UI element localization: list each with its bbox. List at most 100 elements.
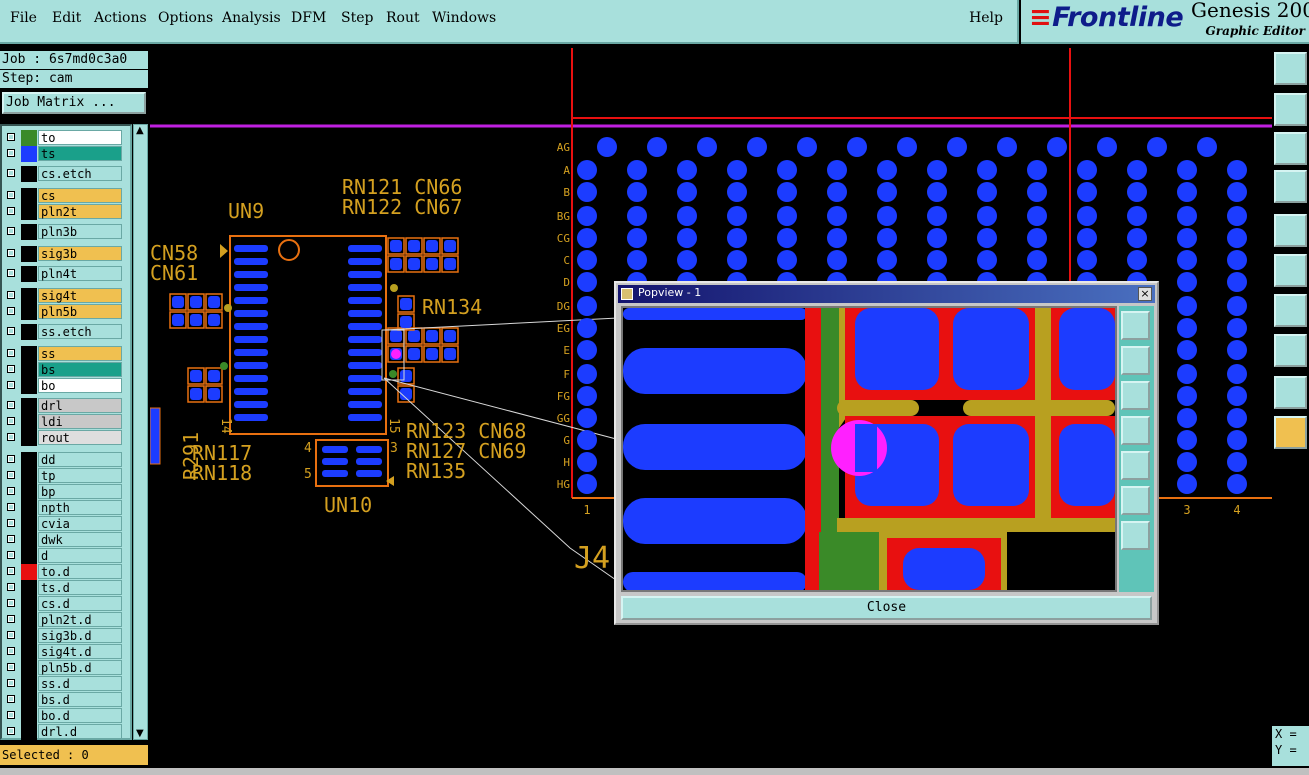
layer-color-swatch[interactable] [21, 596, 37, 612]
layer-name[interactable]: bo.d [38, 708, 122, 723]
layer-checkbox[interactable] [7, 535, 15, 543]
layer-checkbox[interactable] [7, 169, 15, 177]
layer-checkbox[interactable] [7, 519, 15, 527]
layer-row-ldi[interactable]: ldi [4, 414, 130, 430]
layer-row-pln2t[interactable]: pln2t [4, 204, 130, 220]
layer-row-sig4t[interactable]: sig4t [4, 288, 130, 304]
layer-color-swatch[interactable] [21, 304, 37, 320]
layer-color-swatch[interactable] [21, 362, 37, 378]
layer-name[interactable]: ss [38, 346, 122, 361]
layer-row-ts[interactable]: ts [4, 146, 130, 162]
layer-row-cs-d[interactable]: cs.d [4, 596, 130, 612]
layer-name[interactable]: npth [38, 500, 122, 515]
layer-checkbox[interactable] [7, 249, 15, 257]
layer-name[interactable]: pln2t.d [38, 612, 122, 627]
layer-row-rout[interactable]: rout [4, 430, 130, 446]
layer-row-ts-d[interactable]: ts.d [4, 580, 130, 596]
layer-checkbox[interactable] [7, 503, 15, 511]
layer-color-swatch[interactable] [21, 224, 37, 240]
layer-row-dd[interactable]: dd [4, 452, 130, 468]
menu-edit[interactable]: Edit [52, 10, 81, 26]
layer-checkbox[interactable] [7, 433, 15, 441]
layer-name[interactable]: sig4t.d [38, 644, 122, 659]
layer-color-swatch[interactable] [21, 398, 37, 414]
menu-dfm[interactable]: DFM [291, 10, 326, 26]
layer-row-ss-d[interactable]: ss.d [4, 676, 130, 692]
layer-checkbox[interactable] [7, 365, 15, 373]
layer-color-swatch[interactable] [21, 346, 37, 362]
layer-name[interactable]: rout [38, 430, 122, 445]
layer-color-swatch[interactable] [21, 516, 37, 532]
layer-name[interactable]: ss.etch [38, 324, 122, 339]
layer-name[interactable]: ss.d [38, 676, 122, 691]
layer-name[interactable]: pln5b.d [38, 660, 122, 675]
layer-name[interactable]: to.d [38, 564, 122, 579]
pv-pan-down-icon[interactable] [1121, 381, 1150, 410]
feature-select-icon[interactable] [1274, 214, 1307, 247]
layer-row-pln3b[interactable]: pln3b [4, 224, 130, 240]
job-matrix-button[interactable]: Job Matrix ... [2, 92, 146, 114]
open-icon[interactable] [1274, 93, 1307, 126]
layer-checkbox[interactable] [7, 307, 15, 315]
layer-color-swatch[interactable] [21, 452, 37, 468]
layer-color-swatch[interactable] [21, 288, 37, 304]
pointer-icon[interactable] [1274, 416, 1307, 449]
layer-checkbox[interactable] [7, 269, 15, 277]
layer-color-swatch[interactable] [21, 612, 37, 628]
popview-close-button[interactable]: Close [621, 596, 1152, 620]
net-connect-icon[interactable] [1274, 254, 1307, 287]
layer-name[interactable]: sig3b [38, 246, 122, 261]
layer-color-swatch[interactable] [21, 188, 37, 204]
layer-checkbox[interactable] [7, 417, 15, 425]
layer-checkbox[interactable] [7, 583, 15, 591]
layer-row-bo[interactable]: bo [4, 378, 130, 394]
layer-name[interactable]: ts.d [38, 580, 122, 595]
layer-row-d[interactable]: d [4, 548, 130, 564]
layer-name[interactable]: drl [38, 398, 122, 413]
layer-checkbox[interactable] [7, 133, 15, 141]
layer-row-ss[interactable]: ss [4, 346, 130, 362]
layer-color-swatch[interactable] [21, 500, 37, 516]
layer-name[interactable]: cs.d [38, 596, 122, 611]
scroll-up-icon[interactable]: ▲ [136, 125, 144, 136]
layer-name[interactable]: pln2t [38, 204, 122, 219]
scroll-down-icon[interactable]: ▼ [136, 728, 144, 739]
layer-row-pln5b-d[interactable]: pln5b.d [4, 660, 130, 676]
layer-name[interactable]: bo [38, 378, 122, 393]
layer-name[interactable]: dd [38, 452, 122, 467]
layer-row-bo-d[interactable]: bo.d [4, 708, 130, 724]
layer-color-swatch[interactable] [21, 660, 37, 676]
layer-row-drl[interactable]: drl [4, 398, 130, 414]
window-icon[interactable] [621, 288, 633, 300]
preferences-icon[interactable] [1274, 170, 1307, 203]
layer-row-pln4t[interactable]: pln4t [4, 266, 130, 282]
layer-name[interactable]: dwk [38, 532, 122, 547]
layer-checkbox[interactable] [7, 327, 15, 335]
layer-row-cs[interactable]: cs [4, 188, 130, 204]
layer-name[interactable]: d [38, 548, 122, 563]
layer-row-cvia[interactable]: cvia [4, 516, 130, 532]
pv-pan-left-icon[interactable] [1121, 416, 1150, 445]
layer-row-bp[interactable]: bp [4, 484, 130, 500]
layer-checkbox[interactable] [7, 487, 15, 495]
popview-titlebar[interactable]: Popview - 1 × [618, 285, 1155, 303]
layer-checkbox[interactable] [7, 711, 15, 719]
menu-help[interactable]: Help [969, 10, 1003, 26]
layer-row-cs-etch[interactable]: cs.etch [4, 166, 130, 182]
layer-checkbox[interactable] [7, 191, 15, 199]
layer-row-bs-d[interactable]: bs.d [4, 692, 130, 708]
layer-color-swatch[interactable] [21, 468, 37, 484]
layer-checkbox[interactable] [7, 291, 15, 299]
layer-color-swatch[interactable] [21, 414, 37, 430]
layer-checkbox[interactable] [7, 647, 15, 655]
layer-row-dwk[interactable]: dwk [4, 532, 130, 548]
layer-checkbox[interactable] [7, 349, 15, 357]
layer-checkbox[interactable] [7, 599, 15, 607]
pv-zoom-out-icon[interactable] [1121, 521, 1150, 550]
layer-row-tp[interactable]: tp [4, 468, 130, 484]
pv-zoom-window-icon[interactable] [1121, 311, 1150, 340]
layer-name[interactable]: cvia [38, 516, 122, 531]
layer-color-swatch[interactable] [21, 628, 37, 644]
layer-color-swatch[interactable] [21, 644, 37, 660]
layer-checkbox[interactable] [7, 727, 15, 735]
